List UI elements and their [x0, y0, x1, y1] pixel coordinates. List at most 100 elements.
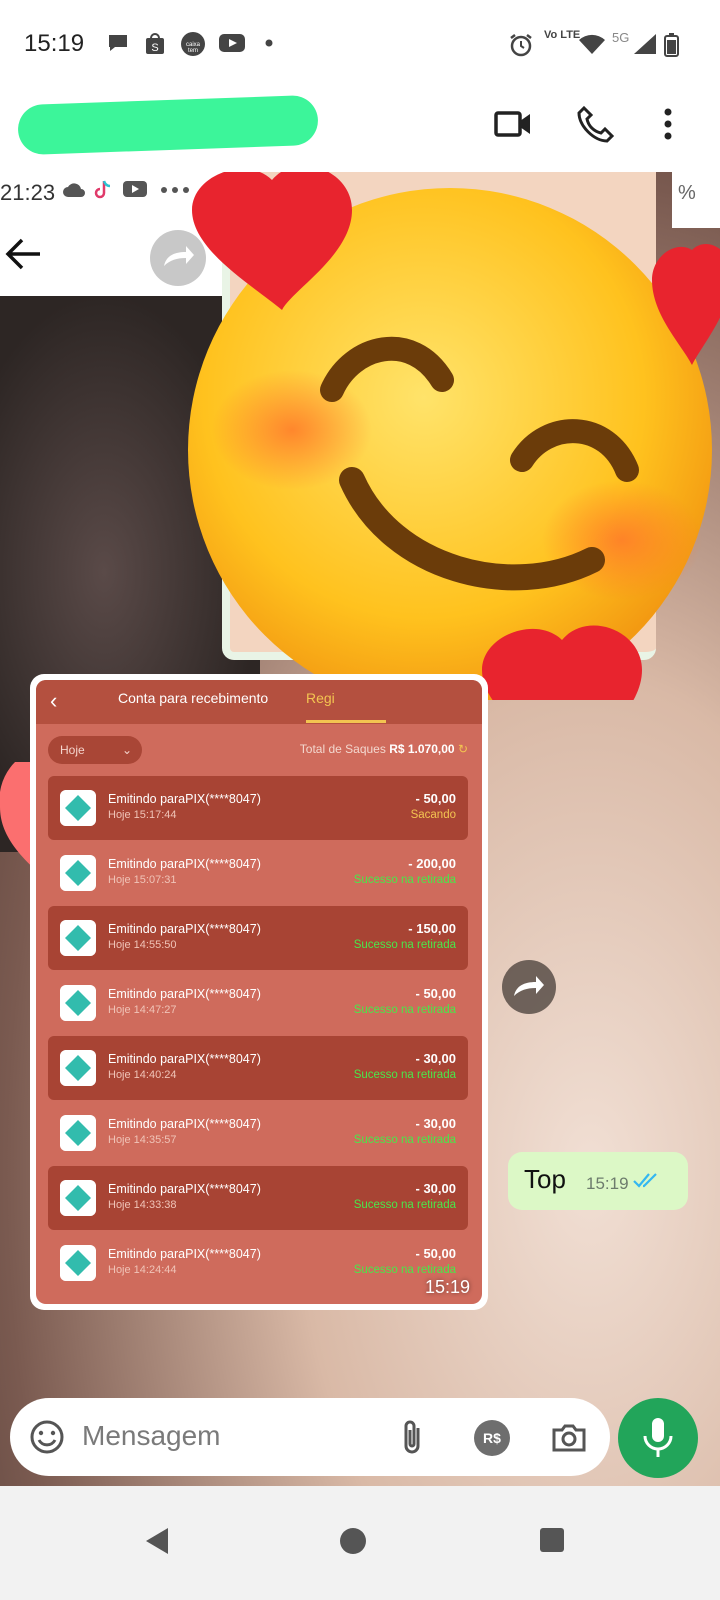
forward-button[interactable]: [150, 230, 206, 286]
transaction-status: Sacando: [410, 809, 456, 821]
transaction-date: Hoje 15:07:31: [108, 874, 177, 886]
message-time: 15:19: [424, 1277, 470, 1297]
forward-button[interactable]: [502, 960, 556, 1014]
forward-icon: [514, 976, 544, 996]
back-icon[interactable]: [142, 1526, 172, 1556]
pix-icon: [60, 790, 96, 826]
dot-icon: [265, 39, 273, 47]
transaction-date: Hoje 14:55:50: [108, 939, 177, 951]
network-type-label: 5G: [612, 30, 630, 45]
transaction-title: Emitindo paraPIX(****8047): [108, 792, 261, 806]
smiling-face-with-hearts-emoji-icon: [188, 172, 720, 700]
screenshot-tab-account: Conta para recebimento: [118, 690, 269, 706]
battery-icon: [664, 33, 679, 57]
message-input[interactable]: Mensagem: [82, 1420, 221, 1452]
alarm-icon: [510, 34, 532, 57]
voice-message-button[interactable]: [618, 1398, 698, 1478]
transaction-date: Hoje 14:47:27: [108, 1004, 177, 1016]
total-withdrawals: Total de Saques R$ 1.070,00 ↻: [300, 742, 468, 756]
transaction-row: Emitindo paraPIX(****8047) Hoje 14:35:57 -…: [48, 1101, 468, 1165]
total-value: R$ 1.070,00: [389, 742, 455, 756]
screenshot-tab-records: Regi: [306, 690, 335, 706]
transaction-amount: - 150,00: [408, 921, 456, 936]
transaction-amount: - 50,00: [415, 1246, 456, 1261]
pix-icon: [60, 1245, 96, 1281]
status-bar: 15:19 S caixa tem Vo LTE 5G: [0, 0, 720, 88]
svg-text:S: S: [151, 42, 158, 54]
total-label: Total de Saques: [299, 742, 386, 756]
transaction-amount: - 30,00: [415, 1051, 456, 1066]
transaction-title: Emitindo paraPIX(****8047): [108, 1117, 261, 1131]
forward-icon: [164, 246, 194, 266]
wifi-icon: [579, 34, 605, 54]
5g-signal-icon: [634, 34, 656, 54]
tiktok-icon: [94, 180, 111, 199]
chat-background-image: 21:23 % ‹ Conta para recebimento Regi Ho…: [0, 172, 720, 1516]
double-check-icon: [633, 1173, 657, 1188]
embedded-time: 21:23: [0, 180, 56, 205]
transaction-status: Sucesso na retirada: [353, 1199, 456, 1211]
sent-message-bubble[interactable]: Top 15:19: [508, 1152, 688, 1210]
system-nav-bar: [0, 1486, 720, 1600]
youtube-icon: [219, 34, 245, 52]
transaction-title: Emitindo paraPIX(****8047): [108, 1247, 261, 1261]
date-filter: Hoje ⌄: [48, 736, 142, 764]
message-composer: Mensagem R$: [10, 1398, 610, 1476]
pix-icon: [60, 1180, 96, 1216]
payment-icon[interactable]: R$: [474, 1420, 510, 1456]
refresh-icon: ↻: [457, 742, 468, 756]
video-call-icon[interactable]: [494, 104, 534, 144]
home-icon[interactable]: [338, 1526, 368, 1556]
cloud-icon: [63, 183, 85, 197]
transaction-title: Emitindo paraPIX(****8047): [108, 1182, 261, 1196]
transaction-status: Sucesso na retirada: [353, 939, 456, 951]
transaction-row: Emitindo paraPIX(****8047) Hoje 14:33:38 -…: [48, 1166, 468, 1230]
chevron-down-icon: ⌄: [121, 743, 132, 757]
phone-call-icon[interactable]: [576, 104, 616, 144]
transaction-date: Hoje 15:17:44: [108, 809, 177, 821]
attach-icon[interactable]: [398, 1418, 428, 1456]
sent-message-text: Top: [524, 1164, 566, 1194]
withdrawal-screenshot: ‹ Conta para recebimento Regi Hoje ⌄ Tot…: [36, 680, 482, 1304]
transaction-status: Sucesso na retirada: [353, 1004, 456, 1016]
transaction-title: Emitindo paraPIX(****8047): [108, 1052, 261, 1066]
transaction-title: Emitindo paraPIX(****8047): [108, 922, 261, 936]
status-time: 15:19: [24, 30, 85, 57]
message-bubble-icon: [109, 35, 127, 51]
transaction-amount: - 30,00: [415, 1181, 456, 1196]
transaction-status: Sucesso na retirada: [353, 874, 456, 886]
pix-icon: [60, 1115, 96, 1151]
caixa-tem-icon: caixatem: [181, 32, 205, 56]
pix-icon: [60, 855, 96, 891]
volte-icon: Vo LTE: [544, 29, 581, 41]
svg-text:tem: tem: [188, 48, 198, 54]
tab-underline: [306, 720, 386, 723]
transaction-row: Emitindo paraPIX(****8047) Hoje 14:47:27 -…: [48, 971, 468, 1035]
transaction-status: Sucesso na retirada: [353, 1069, 456, 1081]
youtube-icon: [123, 181, 147, 197]
transaction-amount: - 30,00: [415, 1116, 456, 1131]
transaction-status: Sucesso na retirada: [353, 1264, 456, 1276]
contact-name-redacted[interactable]: [17, 94, 319, 156]
transaction-date: Hoje 14:33:38: [108, 1199, 177, 1211]
transaction-title: Emitindo paraPIX(****8047): [108, 857, 261, 871]
screenshot-tabbar: ‹ Conta para recebimento Regi: [36, 680, 482, 724]
transaction-date: Hoje 14:35:57: [108, 1134, 177, 1146]
camera-icon[interactable]: [550, 1418, 588, 1456]
shopee-icon: S: [146, 33, 164, 54]
screenshot-back-icon: ‹: [50, 688, 58, 713]
embedded-back-arrow-icon: [5, 238, 40, 270]
emoji-icon[interactable]: [28, 1418, 66, 1456]
transaction-row: Emitindo paraPIX(****8047) Hoje 14:40:24 -…: [48, 1036, 468, 1100]
date-filter-label: Hoje: [60, 743, 85, 757]
transaction-amount: - 200,00: [408, 856, 456, 871]
transaction-amount: - 50,00: [415, 791, 456, 806]
mic-icon: [643, 1418, 673, 1457]
image-message-bubble[interactable]: ‹ Conta para recebimento Regi Hoje ⌄ Tot…: [30, 674, 488, 1310]
transaction-status: Sucesso na retirada: [353, 1134, 456, 1146]
pix-icon: [60, 920, 96, 956]
pix-icon: [60, 985, 96, 1021]
transaction-date: Hoje 14:40:24: [108, 1069, 177, 1081]
recents-icon[interactable]: [538, 1526, 566, 1554]
more-vert-icon[interactable]: [656, 104, 696, 144]
